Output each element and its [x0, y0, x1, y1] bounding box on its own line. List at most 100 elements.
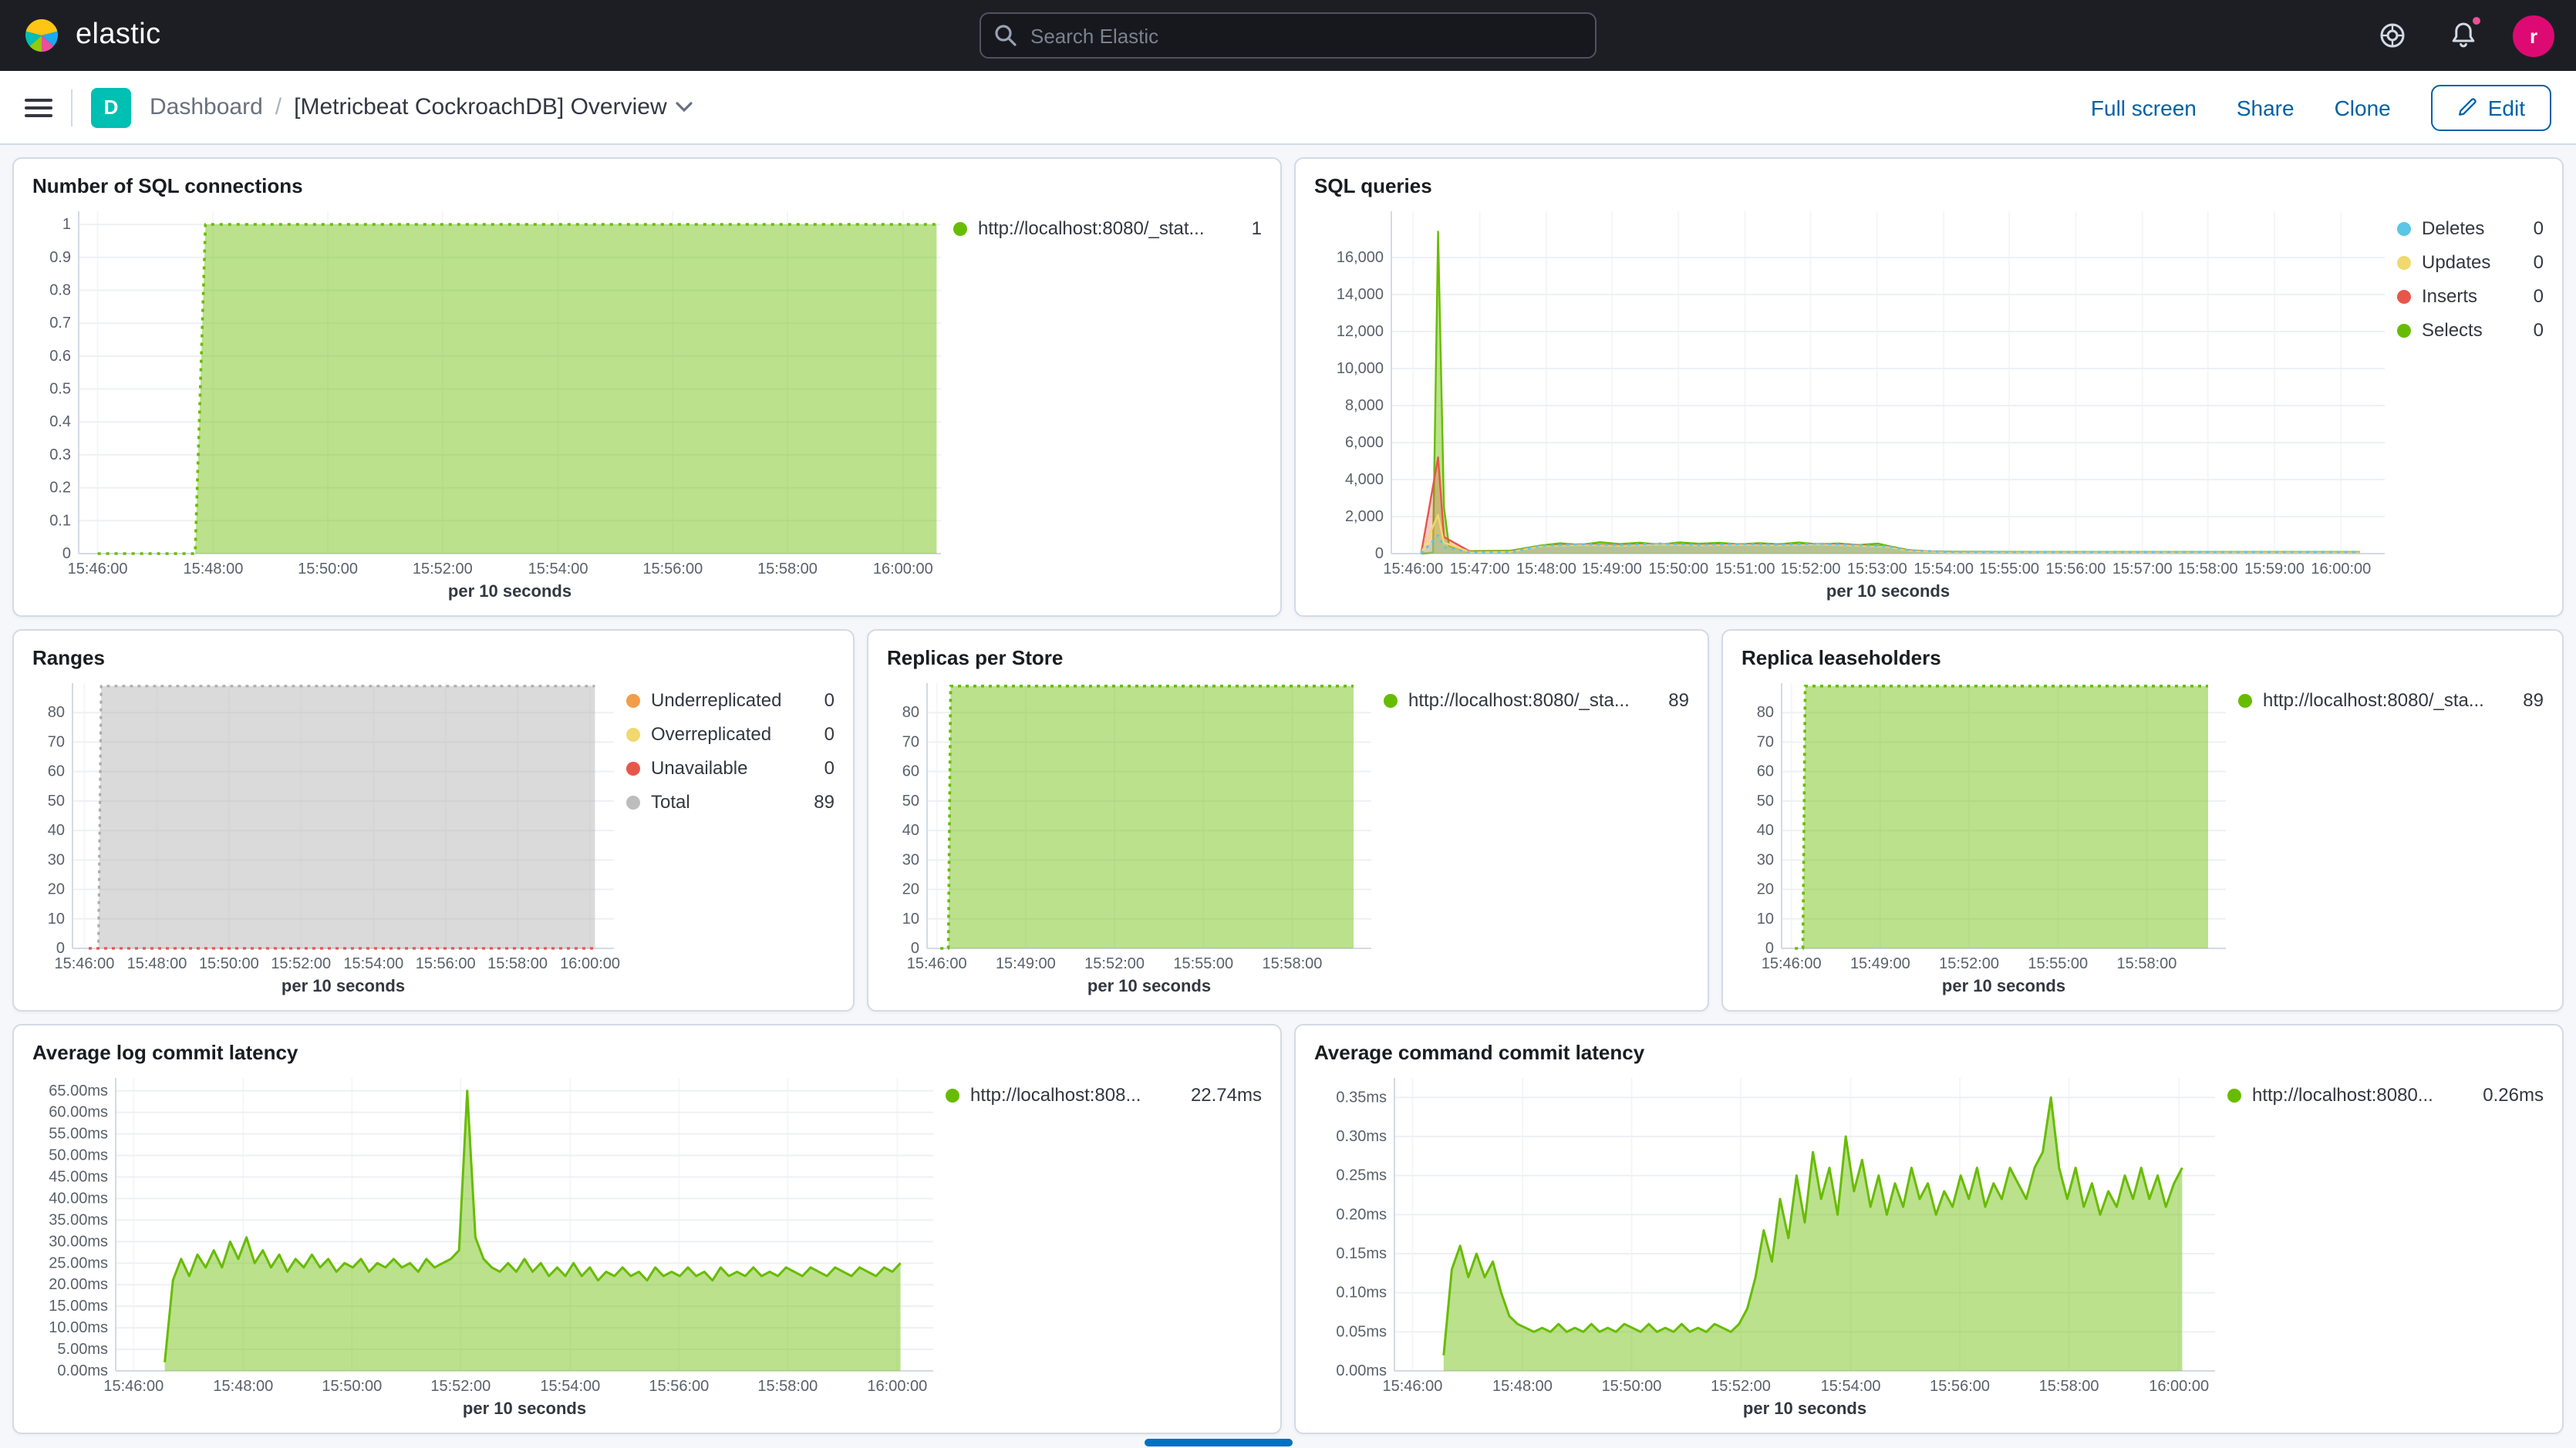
svg-text:16:00:00: 16:00:00 [2149, 1378, 2209, 1395]
breadcrumb: Dashboard / [Metricbeat CockroachDB] Ove… [150, 94, 693, 120]
panel-replica-leaseholders: Replica leaseholders0102030405060708015:… [1721, 629, 2564, 1012]
legend-dot-icon [2397, 289, 2411, 303]
svg-text:15:48:00: 15:48:00 [213, 1378, 273, 1395]
svg-text:15:49:00: 15:49:00 [1850, 955, 1910, 972]
panel-title: Average log commit latency [32, 1041, 1262, 1064]
svg-text:40: 40 [48, 822, 65, 839]
svg-text:0.4: 0.4 [49, 413, 71, 430]
svg-text:15:54:00: 15:54:00 [343, 955, 403, 972]
svg-text:15:46:00: 15:46:00 [1382, 1378, 1442, 1395]
share-button[interactable]: Share [2237, 95, 2294, 120]
legend-label: Updates [2422, 251, 2523, 273]
svg-text:16:00:00: 16:00:00 [867, 1378, 927, 1395]
legend-dot-icon [2227, 1088, 2241, 1102]
svg-text:0.8: 0.8 [49, 281, 71, 298]
edit-button[interactable]: Edit [2431, 84, 2551, 130]
search-input[interactable] [979, 12, 1597, 59]
svg-text:15:48:00: 15:48:00 [127, 955, 187, 972]
search-icon [993, 23, 1018, 48]
svg-text:16,000: 16,000 [1337, 249, 1384, 266]
chart-legend: http://localhost:8080...0.26ms [2227, 1069, 2544, 1420]
legend-dot-icon [1384, 693, 1398, 707]
full-screen-button[interactable]: Full screen [2091, 95, 2197, 120]
legend-item[interactable]: Total89 [626, 791, 835, 813]
svg-text:15:52:00: 15:52:00 [271, 955, 331, 972]
legend-value: 0 [2534, 319, 2544, 341]
legend-dot-icon [2397, 255, 2411, 269]
legend-value: 0 [2534, 285, 2544, 307]
svg-text:15:52:00: 15:52:00 [1711, 1378, 1771, 1395]
svg-text:15:58:00: 15:58:00 [2178, 561, 2238, 578]
legend-item[interactable]: http://localhost:8080/_sta...89 [1384, 689, 1689, 711]
horizontal-scrollbar-thumb[interactable] [1145, 1439, 1293, 1446]
pencil-icon [2457, 97, 2477, 117]
legend-dot-icon [2238, 693, 2252, 707]
breadcrumb-dashboard-link[interactable]: Dashboard [150, 94, 263, 120]
brand-name: elastic [76, 19, 161, 52]
page-title[interactable]: [Metricbeat CockroachDB] Overview [294, 94, 693, 120]
legend-item[interactable]: Updates0 [2397, 251, 2544, 273]
legend-dot-icon [2397, 221, 2411, 235]
svg-text:0.1: 0.1 [49, 512, 71, 529]
legend-item[interactable]: Deletes0 [2397, 217, 2544, 239]
legend-value: 0 [824, 723, 835, 745]
legend-label: Overreplicated [651, 723, 814, 745]
svg-text:0: 0 [1765, 940, 1774, 957]
panel-sql-queries: SQL queries02,0004,0006,0008,00010,00012… [1294, 157, 2564, 617]
panel-ranges: Ranges0102030405060708015:46:0015:48:001… [12, 629, 855, 1012]
legend-item[interactable]: Inserts 0 [2397, 285, 2544, 307]
svg-text:15:48:00: 15:48:00 [183, 561, 243, 578]
svg-text:0.30ms: 0.30ms [1336, 1128, 1387, 1145]
legend-item[interactable]: Unavailable0 [626, 757, 835, 779]
legend-dot-icon [2397, 323, 2411, 337]
svg-text:0.00ms: 0.00ms [1336, 1362, 1387, 1379]
brand[interactable]: elastic [22, 15, 161, 56]
svg-text:15:58:00: 15:58:00 [1263, 955, 1323, 972]
legend-item[interactable]: Overreplicated 0 [626, 723, 835, 745]
svg-text:80: 80 [48, 704, 65, 721]
svg-text:15:51:00: 15:51:00 [1715, 561, 1775, 578]
svg-text:5.00ms: 5.00ms [57, 1341, 108, 1358]
legend-value: 89 [2523, 689, 2544, 711]
alerts-button[interactable] [2442, 14, 2485, 57]
svg-text:70: 70 [1757, 733, 1774, 750]
dashboard-row: Number of SQL connections00.10.20.30.40.… [12, 157, 2564, 617]
chart-legend: http://localhost:808...22.74ms [946, 1069, 1262, 1420]
legend-item[interactable]: http://localhost:8080/_sta... 89 [2238, 689, 2544, 711]
svg-text:60: 60 [1757, 763, 1774, 780]
svg-text:0.9: 0.9 [49, 249, 71, 266]
help-button[interactable] [2371, 14, 2414, 57]
dashboard-row: Average log commit latency0.00ms5.00ms10… [12, 1024, 2564, 1434]
svg-text:0: 0 [62, 545, 71, 562]
svg-text:15:52:00: 15:52:00 [1939, 955, 1999, 972]
user-avatar[interactable]: r [2513, 15, 2554, 56]
panel-title: SQL queries [1314, 174, 2544, 197]
legend-item[interactable]: Underreplicated0 [626, 689, 835, 711]
legend-item[interactable]: http://localhost:808...22.74ms [946, 1084, 1262, 1106]
svg-text:per 10 seconds: per 10 seconds [1942, 976, 2065, 995]
svg-text:15:46:00: 15:46:00 [1383, 561, 1443, 578]
svg-text:15:54:00: 15:54:00 [540, 1378, 600, 1395]
chart-legend: http://localhost:8080/_stat...1 [953, 202, 1262, 603]
chart-legend: http://localhost:8080/_sta... 89 [2238, 674, 2544, 998]
legend-label: Deletes [2422, 217, 2523, 239]
legend-item[interactable]: http://localhost:8080/_stat...1 [953, 217, 1262, 239]
svg-text:0: 0 [56, 940, 65, 957]
svg-text:per 10 seconds: per 10 seconds [448, 581, 572, 601]
svg-text:15:58:00: 15:58:00 [2039, 1378, 2099, 1395]
svg-text:15:52:00: 15:52:00 [1084, 955, 1145, 972]
clone-button[interactable]: Clone [2335, 95, 2391, 120]
svg-text:15:52:00: 15:52:00 [430, 1378, 491, 1395]
legend-label: http://localhost:8080/_sta... [1408, 689, 1657, 711]
chart-replicas-per-store: 0102030405060708015:46:0015:49:0015:52:0… [887, 674, 1384, 998]
legend-label: http://localhost:8080/_sta... [2263, 689, 2512, 711]
panel-body: 0.00ms0.05ms0.10ms0.15ms0.20ms0.25ms0.30… [1314, 1069, 2544, 1420]
svg-text:15:55:00: 15:55:00 [1979, 561, 2039, 578]
legend-item[interactable]: Selects0 [2397, 319, 2544, 341]
chart-svg: 00.10.20.30.40.50.60.70.80.9115:46:0015:… [32, 202, 953, 603]
menu-icon[interactable] [25, 92, 52, 123]
svg-text:15:48:00: 15:48:00 [1492, 1378, 1553, 1395]
svg-text:55.00ms: 55.00ms [49, 1126, 108, 1143]
legend-label: Inserts [2422, 285, 2523, 307]
legend-item[interactable]: http://localhost:8080...0.26ms [2227, 1084, 2544, 1106]
